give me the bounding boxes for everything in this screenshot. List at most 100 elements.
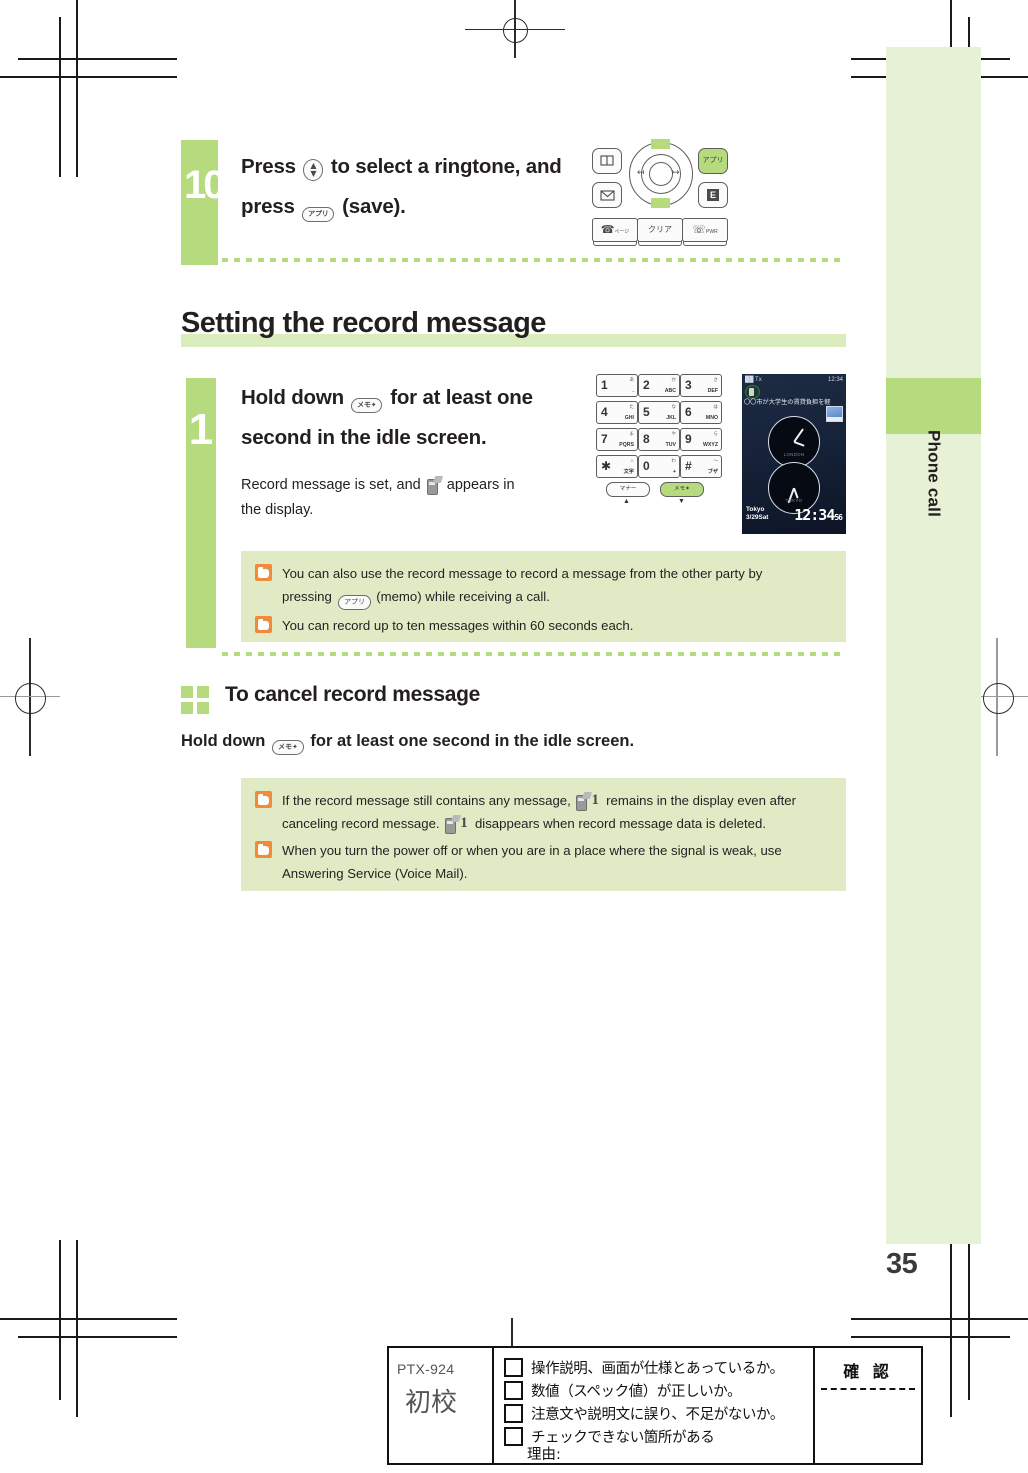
- registration-circle: [15, 683, 46, 714]
- chapter-tab-label: Phone call: [886, 430, 981, 630]
- display-city-name: Tokyo: [746, 506, 765, 513]
- bottom-key-row: ☎ページ クリア ☏PWR: [592, 218, 728, 246]
- step-1-text-a: Hold down: [241, 386, 344, 409]
- note-item: You can record up to ten messages within…: [255, 614, 832, 637]
- display-clock-london: LONDON: [768, 416, 820, 468]
- proof-code-column: PTX-924 初校: [389, 1348, 494, 1463]
- page-number: 35: [886, 1248, 918, 1280]
- keypad-illustration: 1あ. 2 か ABC 3 さ DEF 4 た GHI 5 な JKL 6 は MNO 7 ま PQRS…: [596, 374, 722, 505]
- step-10-text-d: (save).: [342, 195, 406, 218]
- step-10-number: 10: [184, 163, 226, 207]
- crop-mark-line: [968, 1240, 970, 1400]
- chapter-tab-text: Phone call: [924, 430, 944, 518]
- proof-checkbox[interactable]: [504, 1358, 523, 1377]
- record-message-indicator-icon: [445, 815, 468, 834]
- proof-reason-label: 理由:: [527, 1447, 561, 1463]
- proof-item[interactable]: 数値（スペック値）が正しいか。: [494, 1379, 813, 1402]
- registration-circle: [503, 18, 528, 43]
- note-text: If the record message still contains any…: [282, 789, 796, 835]
- proof-checkbox[interactable]: [504, 1404, 523, 1423]
- dpad-right-arrow-icon: ↦: [672, 167, 680, 177]
- display-wallpaper-icon: [826, 406, 843, 422]
- step-10-instruction-line2: press アプリ (save).: [241, 188, 406, 225]
- manner-key-arrow-icon: ▲: [623, 498, 630, 505]
- proof-item[interactable]: 操作説明、画面が仕様とあっているか。: [494, 1356, 813, 1379]
- subsection-heading-text: To cancel record message: [225, 683, 481, 706]
- keypad-key: 3 さ DEF: [680, 374, 722, 397]
- clock-city-name: TOKYO: [785, 498, 803, 503]
- crop-mark-line: [950, 1240, 952, 1417]
- section-heading: Setting the record message: [181, 305, 846, 347]
- section-heading-text: Setting the record message: [181, 307, 546, 339]
- bullet-square-icon: [181, 686, 193, 698]
- proof-item-label: 操作説明、画面が仕様とあっているか。: [531, 1361, 784, 1377]
- bullet-square-icon: [197, 686, 209, 698]
- app-key-label: アプリ: [702, 157, 724, 164]
- pointing-hand-icon: [255, 791, 272, 808]
- crop-mark-line: [0, 1318, 177, 1320]
- memo-key-arrow-icon: ▼: [678, 498, 685, 505]
- proof-item[interactable]: 注意文や説明文に誤り、不足がないか。: [494, 1402, 813, 1425]
- call-key-icon: ☎ページ: [592, 218, 638, 246]
- keypad-key: 4 た GHI: [596, 401, 638, 424]
- step-1-number: 1: [188, 405, 214, 454]
- note-text: You can record up to ten messages within…: [282, 618, 634, 633]
- chapter-tab-background: [886, 47, 981, 1244]
- clear-key-label: クリア: [648, 225, 672, 234]
- note-text-b: Answering Service (Voice Mail).: [282, 866, 468, 881]
- display-city-label: Tokyo 3/29Sat: [746, 506, 768, 522]
- display-status-bar: ██ Tx 12:34: [742, 374, 846, 385]
- power-key-label: PWR: [706, 229, 718, 235]
- proof-checkbox[interactable]: [504, 1381, 523, 1400]
- crop-mark-line: [18, 1336, 177, 1338]
- keypad-key: 6 は MNO: [680, 401, 722, 424]
- crop-mark-line: [59, 1240, 61, 1400]
- keypad-key: 8 や TUV: [638, 428, 680, 451]
- memo-key-icon: メモ✦: [350, 398, 384, 413]
- keypad-key: 5 な JKL: [638, 401, 680, 424]
- step-1-description-line1: Record message is set, and appears in: [241, 473, 515, 498]
- call-key-label: ページ: [614, 229, 630, 235]
- pointing-hand-icon: [255, 841, 272, 858]
- note-item: When you turn the power off or when you …: [255, 839, 832, 885]
- proof-confirm-column: 確 認: [815, 1348, 921, 1463]
- step-1-instruction-line2: second in the idle screen.: [241, 426, 487, 449]
- note-text-c: canceling record message.: [282, 816, 440, 831]
- crop-mark-line: [851, 1336, 1010, 1338]
- step-10-text-c: press: [241, 195, 295, 218]
- keypad-key: # 〜ブザ: [680, 455, 722, 478]
- proof-checklist-sheet: PTX-924 初校 操作説明、画面が仕様とあっているか。 数値（スペック値）が…: [387, 1346, 923, 1465]
- keypad-key: ✱ ☆ 文字: [596, 455, 638, 478]
- note-text-c: (memo) while receiving a call.: [376, 589, 550, 604]
- proof-code: PTX-924: [397, 1361, 455, 1377]
- ez-key-icon: E: [698, 182, 728, 208]
- display-seconds-value: 56: [834, 513, 843, 522]
- step-1-separator: [222, 652, 846, 656]
- pointing-hand-icon: [255, 616, 272, 633]
- subsection-instruction: Hold down メモ✦ for at least one second in…: [181, 732, 634, 755]
- record-message-indicator-icon: [576, 792, 599, 811]
- note-text: When you turn the power off or when you …: [282, 839, 782, 885]
- display-ticker-text: 〇〇市が大学生の賃貸負担を軽: [744, 399, 831, 406]
- display-big-time: 12:3456: [794, 506, 843, 526]
- note-box-step-1: You can also use the record message to r…: [241, 551, 846, 642]
- subsection-text-b: for at least one second in the idle scre…: [310, 732, 635, 750]
- crop-mark-line: [0, 76, 177, 78]
- proof-checkbox[interactable]: [504, 1427, 523, 1446]
- step-10-separator: [222, 258, 846, 262]
- step-10-text-a: Press: [241, 155, 296, 178]
- crop-mark-line: [76, 0, 78, 177]
- proof-items-column: 操作説明、画面が仕様とあっているか。 数値（スペック値）が正しいか。 注意文や説…: [494, 1348, 815, 1463]
- manner-key-icon: マナー: [606, 482, 650, 497]
- step-10-instruction-line1: Press ▲ ▼ to select a ringtone, and: [241, 148, 562, 185]
- display-time-value: 12:34: [794, 506, 835, 524]
- memo-key-illustration: メモ✦: [660, 482, 704, 497]
- chapter-tab-accent: [886, 378, 981, 434]
- step-1-description-line2: the display.: [241, 502, 314, 518]
- display-clock-label: 12:34: [827, 376, 843, 383]
- crop-mark-line: [18, 58, 177, 60]
- app-key-icon: アプリ: [337, 595, 372, 610]
- dpad-center-button: [649, 162, 673, 186]
- note-item: You can also use the record message to r…: [255, 562, 832, 610]
- proof-item-label: 注意文や説明文に誤り、不足がないか。: [531, 1407, 784, 1423]
